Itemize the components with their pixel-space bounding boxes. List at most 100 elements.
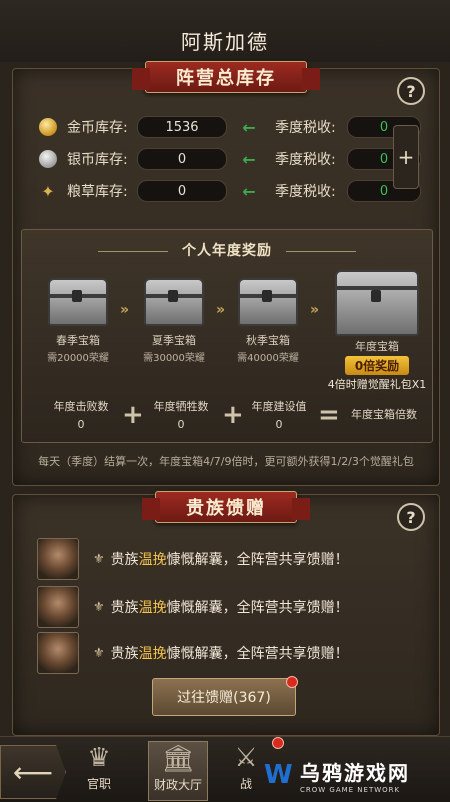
title-bar: 阿斯加德 [0,0,450,62]
inventory-ribbon: 阵营总库存 [132,61,320,93]
spring-chest[interactable]: 春季宝箱 需20000荣耀 [38,278,118,364]
chest-icon [144,278,204,326]
nav-label: 官职 [86,777,111,791]
annual-chest-note: 4倍时赠觉醒礼包X1 [327,378,427,391]
annual-defeats: 年度击败数 0 [46,398,116,431]
gift-feed-item: ⚜ 贵族温挽慷慨解囊，全阵营共享馈赠！ [37,538,417,580]
grain-row: ✦ 粮草库存: 0 ← 季度税收: 0 [39,179,421,203]
gold-label: 金币库存: [67,120,128,136]
gold-tax-label: 季度税收: [275,120,336,136]
formula-value: 0 [275,418,283,431]
noble-name: 温挽 [138,600,167,616]
left-arrow-icon: ← [242,149,256,169]
lock-icon [262,290,272,302]
chest-requirement: 需20000荣耀 [47,353,109,364]
battle-icon: ⚔ [234,743,258,773]
annual-construction: 年度建设值 0 [244,398,314,431]
annual-sacrifices: 年度牺牲数 0 [146,398,216,431]
crow-logo-icon: W [264,760,293,790]
left-arrow-icon: ← [242,117,256,137]
annual-rewards-title-text: 个人年度奖励 [182,243,272,259]
lock-icon [168,290,178,302]
silver-label: 银币库存: [67,152,128,168]
nav-label: 战 [239,777,252,791]
watermark-title: 乌鸦游戏网 [300,760,410,785]
chevron-right-icon: » [216,302,226,318]
grain-label: 粮草库存: [67,184,128,200]
noble-gifts-ribbon: 贵族馈赠 [142,491,310,523]
grain-value: 0 [137,180,227,202]
watermark-subtitle: CROW GAME NETWORK [300,785,401,794]
formula-value: 0 [77,418,85,431]
equals-icon: = [318,400,340,430]
chest-name: 春季宝箱 [56,334,100,347]
notification-dot [272,737,284,749]
annual-rewards-title: 个人年度奖励 [22,240,432,260]
gold-coin-icon [39,118,57,136]
nav-label: 财政大厅 [153,778,202,792]
gold-value: 1536 [137,116,227,138]
gift-message: 贵族温挽慷慨解囊，全阵营共享馈赠！ [110,646,349,662]
lock-icon [72,290,82,302]
chest-name: 秋季宝箱 [246,334,290,347]
annual-chest[interactable]: 年度宝箱 0倍奖励 4倍时赠觉醒礼包X1 [322,270,432,392]
past-gifts-button[interactable]: 过往馈赠(367) [152,678,296,716]
watermark-texts: 乌鸦游戏网 CROW GAME NETWORK [300,757,410,794]
plus-icon: + [122,400,144,430]
chest-icon [335,270,419,336]
chevron-right-icon: » [120,302,130,318]
formula-value: 0 [177,418,185,431]
gift-feed-item: ⚜ 贵族温挽慷慨解囊，全阵营共享馈赠！ [37,632,417,674]
nav-item-office[interactable]: ♛ 官职 [70,741,128,799]
plus-icon: + [222,400,244,430]
back-arrow-icon[interactable]: ⟵ [0,745,66,799]
crown-icon: ♛ [87,743,111,773]
site-watermark: W 乌鸦游戏网 CROW GAME NETWORK [264,752,450,798]
gold-row: 金币库存: 1536 ← 季度税收: 0 [39,115,421,139]
gift-message: 贵族温挽慷慨解囊，全阵营共享馈赠！ [110,552,349,568]
page-title: 阿斯加德 [181,29,269,54]
annual-chest-name: 年度宝箱 [355,340,399,353]
noble-seal-icon: ⚜ [93,551,105,567]
silver-row: 银币库存: 0 ← 季度税收: 0 [39,147,421,171]
add-resource-button[interactable]: + [393,125,419,189]
chest-name: 夏季宝箱 [152,334,196,347]
silver-coin-icon [39,150,57,168]
nav-item-battle[interactable]: ⚔ 战 [226,741,266,799]
chest-requirement: 需40000荣耀 [237,353,299,364]
noble-gifts-help-icon[interactable]: ? [397,503,425,531]
silver-tax-label: 季度税收: [275,152,336,168]
inventory-help-icon[interactable]: ? [397,77,425,105]
left-arrow-icon: ← [242,181,256,201]
formula-label: 年度击败数 [53,400,109,413]
notification-dot [286,676,298,688]
lock-icon [371,290,381,302]
noble-seal-icon: ⚜ [93,599,105,615]
annual-rewards-box: 个人年度奖励 春季宝箱 需20000荣耀 » 夏季宝箱 需30000荣耀 » 秋… [21,229,433,443]
summer-chest[interactable]: 夏季宝箱 需30000荣耀 [134,278,214,364]
grain-icon: ✦ [41,182,55,201]
treasury-hall-icon: 🏛 [161,744,195,774]
noble-name: 温挽 [138,552,167,568]
formula-label: 年度宝箱倍数 [351,408,417,421]
silver-value: 0 [137,148,227,170]
noble-name: 温挽 [138,646,167,662]
settlement-footnote: 每天（季度）结算一次，年度宝箱4/7/9倍时，更可额外获得1/2/3个觉醒礼包 [38,455,414,468]
gift-feed-item: ⚜ 贵族温挽慷慨解囊，全阵营共享馈赠！ [37,586,417,628]
chevron-right-icon: » [310,302,320,318]
title-divider [285,250,356,252]
noble-seal-icon: ⚜ [93,645,105,661]
avatar [37,632,79,674]
gift-message: 贵族温挽慷慨解囊，全阵营共享馈赠！ [110,600,349,616]
title-divider [98,250,169,252]
multiplier-badge: 0倍奖励 [344,356,410,375]
inventory-panel: 阵营总库存 ? 金币库存: 1536 ← 季度税收: 0 银币库存: 0 ← 季… [12,61,440,486]
chest-requirement: 需30000荣耀 [143,353,205,364]
nav-item-treasury[interactable]: 🏛 财政大厅 [148,741,208,801]
formula-label: 年度建设值 [251,400,307,413]
chest-icon [238,278,298,326]
autumn-chest[interactable]: 秋季宝箱 需40000荣耀 [228,278,308,364]
avatar [37,538,79,580]
annual-chest-multiplier: 年度宝箱倍数 [344,406,424,422]
chest-icon [48,278,108,326]
